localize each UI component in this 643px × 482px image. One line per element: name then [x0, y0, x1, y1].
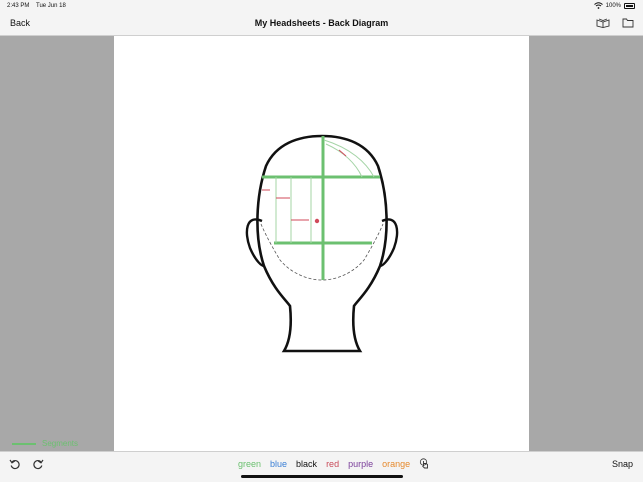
- touch-hand-icon[interactable]: [419, 458, 430, 469]
- color-orange[interactable]: orange: [382, 459, 410, 469]
- book-icon[interactable]: [596, 17, 610, 28]
- drawing-canvas[interactable]: [114, 36, 529, 451]
- wifi-icon: [593, 2, 603, 9]
- legend-swatch: [12, 442, 36, 445]
- color-purple[interactable]: purple: [348, 459, 373, 469]
- legend-label: Segments: [42, 439, 79, 448]
- status-right: 100%: [593, 2, 635, 9]
- color-blue[interactable]: blue: [270, 459, 287, 469]
- battery-icon: [624, 2, 635, 9]
- guide-arc-2: [325, 143, 363, 178]
- folder-icon[interactable]: [622, 17, 634, 28]
- home-indicator: [241, 475, 403, 478]
- undo-icon[interactable]: [9, 458, 21, 470]
- page-title: My Headsheets - Back Diagram: [254, 18, 389, 28]
- nav-icons: [596, 17, 634, 28]
- redo-icon[interactable]: [32, 458, 44, 470]
- battery-percent: 100%: [605, 2, 621, 9]
- color-picker: green blue black red purple orange: [238, 458, 430, 469]
- red-point: [314, 218, 320, 224]
- red-mark-4: [338, 149, 347, 157]
- status-date: Tue Jun 18: [36, 3, 66, 9]
- status-bar: 2:43 PM Tue Jun 18 100%: [0, 0, 643, 12]
- head-diagram[interactable]: [114, 36, 529, 451]
- color-red[interactable]: red: [326, 459, 339, 469]
- navigation-bar: Back My Headsheets - Back Diagram: [0, 12, 643, 36]
- snap-button[interactable]: Snap: [612, 459, 633, 469]
- legend: Segments: [12, 439, 78, 448]
- color-green[interactable]: green: [238, 459, 261, 469]
- color-black[interactable]: black: [296, 459, 317, 469]
- status-time: 2:43 PM: [7, 3, 30, 9]
